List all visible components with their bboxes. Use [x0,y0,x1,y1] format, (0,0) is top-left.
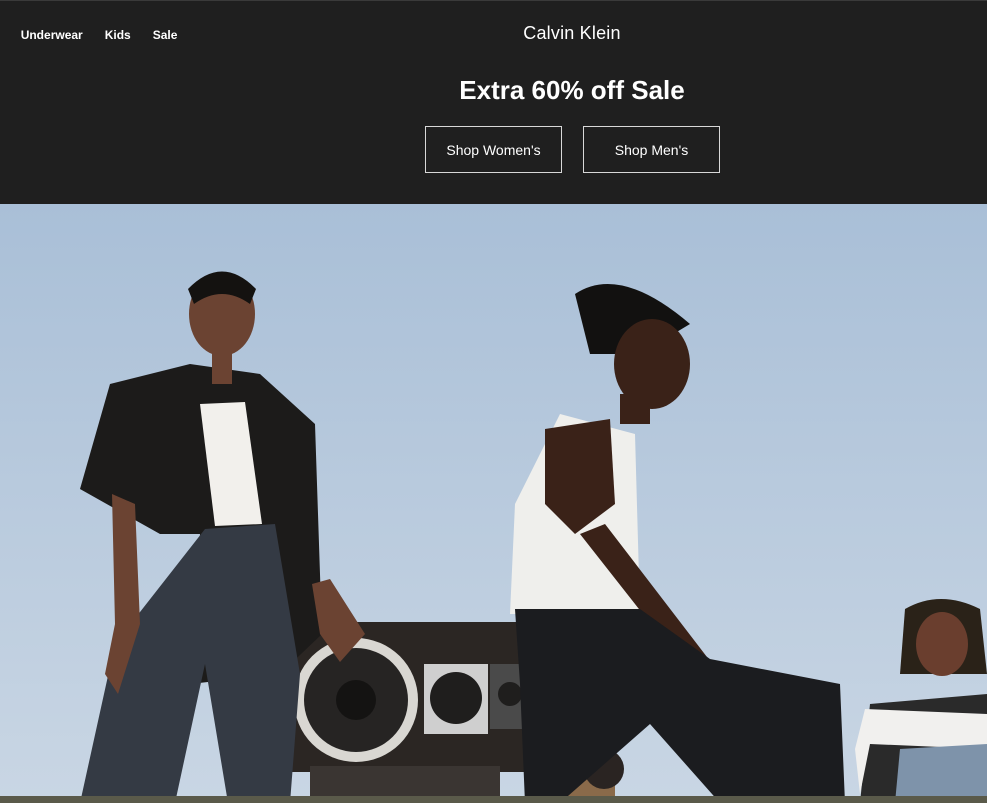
hero-photo [0,204,987,803]
nav-item-underwear[interactable]: Underwear [21,28,83,42]
shop-women-button[interactable]: Shop Women's [425,126,562,173]
ground [0,796,987,803]
hero-image[interactable] [0,204,987,803]
brand-logo[interactable]: Calvin Klein [472,23,672,44]
nav-item-sale[interactable]: Sale [153,28,178,42]
promo-headline: Extra 60% off Sale [459,75,685,105]
shop-men-button[interactable]: Shop Men's [583,126,720,173]
main-nav: e Underwear Kids Sale [0,28,178,42]
site-header: e Underwear Kids Sale Calvin Klein Extra… [0,0,987,204]
nav-item-kids[interactable]: Kids [105,28,131,42]
